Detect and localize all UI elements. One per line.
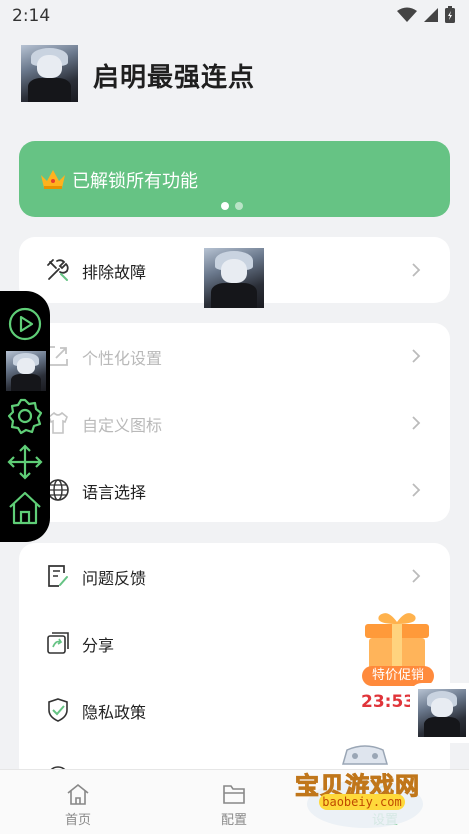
settings-card: 个性化设置 自定义图标 语言选择 bbox=[19, 323, 450, 522]
avatar bbox=[418, 689, 466, 737]
app-title: 启明最强连点 bbox=[93, 63, 256, 93]
nav-label: 首页 bbox=[64, 813, 91, 828]
play-icon[interactable] bbox=[6, 305, 44, 343]
menu-item-language[interactable]: 语言选择 bbox=[19, 457, 450, 522]
nav-home[interactable]: 首页 bbox=[48, 782, 108, 828]
banner-text: 已解锁所有功能 bbox=[72, 171, 198, 192]
menu-item-label: 个性化设置 bbox=[82, 349, 163, 368]
chevron-right-icon bbox=[412, 263, 421, 277]
status-bar: 2:14 bbox=[0, 0, 469, 32]
chevron-right-icon bbox=[412, 416, 421, 430]
floating-control-panel bbox=[0, 291, 50, 542]
banner-pagination bbox=[221, 202, 243, 210]
feedback-icon bbox=[48, 565, 68, 587]
status-icons bbox=[397, 6, 455, 23]
pagination-dot bbox=[221, 202, 229, 210]
signal-icon bbox=[424, 7, 438, 22]
battery-icon bbox=[445, 6, 455, 23]
shield-icon bbox=[48, 698, 68, 722]
gear-icon[interactable] bbox=[6, 397, 44, 435]
menu-item-label: 分享 bbox=[82, 636, 115, 655]
floating-avatar-thumb[interactable] bbox=[204, 248, 264, 308]
chevron-right-icon bbox=[412, 569, 421, 583]
menu-item-label: 语言选择 bbox=[82, 483, 147, 502]
watermark-url: baobeiy.com bbox=[319, 794, 405, 810]
chevron-right-icon bbox=[412, 483, 421, 497]
menu-item-label: 排除故障 bbox=[82, 263, 147, 282]
chevron-right-icon bbox=[412, 349, 421, 363]
side-avatar-thumb[interactable] bbox=[410, 683, 469, 743]
wrench-icon bbox=[47, 259, 69, 281]
wifi-icon bbox=[397, 7, 417, 22]
home-icon bbox=[67, 783, 89, 805]
menu-item-label: 隐私政策 bbox=[82, 703, 147, 722]
home-icon[interactable] bbox=[6, 489, 44, 527]
status-time: 2:14 bbox=[12, 6, 51, 26]
menu-item-label: 问题反馈 bbox=[82, 569, 147, 588]
pagination-dot bbox=[235, 202, 243, 210]
avatar[interactable] bbox=[6, 351, 46, 391]
menu-item-personalize[interactable]: 个性化设置 bbox=[19, 323, 450, 389]
unlock-banner[interactable]: 已解锁所有功能 bbox=[19, 141, 450, 217]
folder-icon bbox=[223, 785, 245, 804]
app-avatar bbox=[21, 45, 78, 102]
nav-label: 配置 bbox=[220, 813, 247, 828]
share-icon bbox=[47, 632, 69, 654]
nav-config[interactable]: 配置 bbox=[204, 782, 264, 828]
menu-item-custom-icon[interactable]: 自定义图标 bbox=[19, 390, 450, 456]
site-watermark: 宝贝游戏网 baobeiy.com bbox=[295, 742, 435, 830]
move-icon[interactable] bbox=[6, 443, 44, 481]
crown-icon bbox=[41, 170, 65, 189]
menu-item-label: 自定义图标 bbox=[82, 416, 163, 435]
